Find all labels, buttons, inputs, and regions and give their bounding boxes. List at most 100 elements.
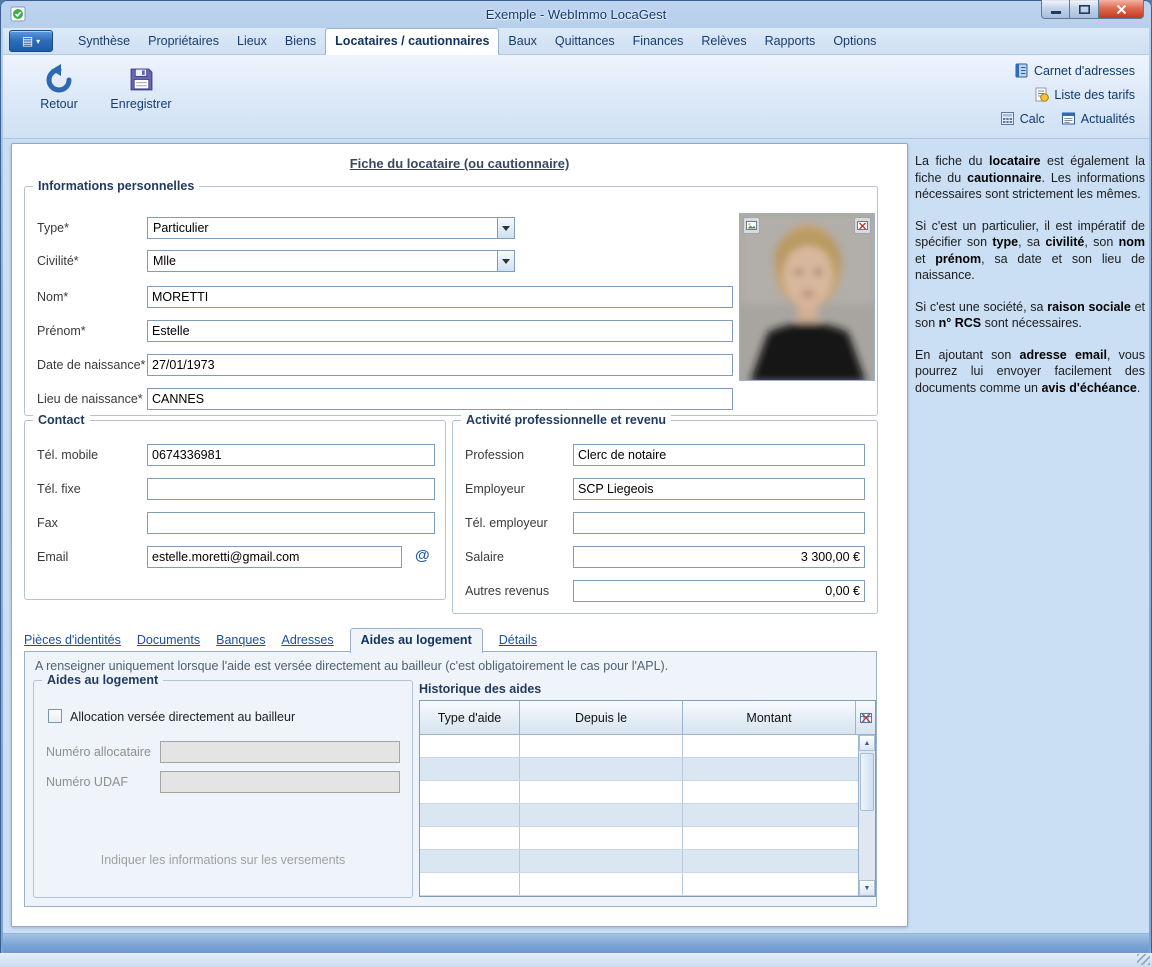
tab-rapports[interactable]: Rapports (756, 29, 825, 54)
subtab-documents[interactable]: Documents (137, 633, 200, 652)
subtab-aides-au-logement[interactable]: Aides au logement (350, 628, 483, 653)
table-scrollbar[interactable]: ▲ ▼ (858, 735, 875, 896)
help-sidebar: La fiche du locataire est également la f… (915, 153, 1145, 411)
minimize-icon (1051, 5, 1061, 14)
other-income-input[interactable] (573, 580, 865, 602)
save-icon (103, 61, 179, 97)
tab-proprietaires[interactable]: Propriétaires (139, 29, 228, 54)
scroll-down-button[interactable]: ▼ (859, 880, 875, 896)
tab-biens[interactable]: Biens (276, 29, 325, 54)
grid-clear-icon (860, 712, 872, 724)
tab-releves[interactable]: Relèves (692, 29, 755, 54)
app-menu-button[interactable]: ▤ ▾ (9, 30, 53, 52)
email-at-icon[interactable]: @ (415, 547, 430, 564)
tab-options[interactable]: Options (824, 29, 885, 54)
status-bar (0, 953, 1152, 967)
scrollbar-track[interactable] (859, 751, 875, 880)
table-row[interactable] (420, 804, 858, 827)
scrollbar-thumb[interactable] (860, 753, 874, 811)
minimize-button[interactable] (1041, 0, 1070, 19)
allocataire-label: Numéro allocataire (46, 745, 151, 759)
other-income-label: Autres revenus (465, 584, 549, 598)
calc-label: Calc (1020, 112, 1045, 126)
title-bar: Exemple - WebImmo LocaGest ? (0, 0, 1152, 28)
column-type-aide[interactable]: Type d'aide (420, 701, 520, 735)
help-paragraph: En ajoutant son adresse email, vous pour… (915, 347, 1145, 397)
scroll-up-button[interactable]: ▲ (859, 735, 875, 751)
birthdate-input[interactable] (147, 354, 733, 376)
help-paragraph: Si c'est un particulier, il est impérati… (915, 218, 1145, 284)
help-paragraph: Si c'est une société, sa raison sociale … (915, 299, 1145, 332)
chevron-down-icon: ▾ (36, 37, 40, 46)
mobile-input[interactable] (147, 444, 435, 466)
back-button[interactable]: Retour (21, 61, 97, 111)
firstname-input[interactable] (147, 320, 733, 342)
resize-grip[interactable] (1137, 954, 1150, 965)
civility-dropdown-arrow[interactable] (497, 251, 514, 271)
main-area: Fiche du locataire (ou cautionnaire) Inf… (3, 139, 1149, 933)
landline-input[interactable] (147, 478, 435, 500)
bottom-bar (3, 933, 1149, 953)
app-icon (10, 6, 26, 22)
table-row[interactable] (420, 781, 858, 804)
tab-locataires-cautionnaires[interactable]: Locataires / cautionnaires (325, 28, 499, 55)
civility-select[interactable]: Mlle (147, 250, 515, 272)
table-row[interactable] (420, 827, 858, 850)
window-title: Exemple - WebImmo LocaGest (0, 7, 1152, 22)
save-button[interactable]: Enregistrer (103, 61, 179, 111)
app-window: Exemple - WebImmo LocaGest ? ▤ ▾ Synthès… (0, 0, 1152, 967)
payments-info-text: Indiquer les informations sur les versem… (34, 853, 412, 867)
tariff-list-button[interactable]: Liste des tarifs (1034, 87, 1135, 102)
calc-icon (1000, 111, 1015, 126)
tab-quittances[interactable]: Quittances (546, 29, 624, 54)
subtab-adresses[interactable]: Adresses (281, 633, 333, 652)
lastname-input[interactable] (147, 286, 733, 308)
photo-upload-icon[interactable] (743, 217, 760, 234)
firstname-label: Prénom* (37, 324, 86, 338)
work-legend: Activité professionnelle et revenu (461, 413, 671, 427)
subtab-banques[interactable]: Banques (216, 633, 265, 652)
close-button[interactable] (1099, 0, 1144, 19)
salary-label: Salaire (465, 550, 504, 564)
fax-input[interactable] (147, 512, 435, 534)
toolbar-ribbon: Retour Enregistrer Carnet d'adresses (3, 55, 1149, 139)
mobile-label: Tél. mobile (37, 448, 98, 462)
subtab-pieces-identites[interactable]: Pièces d'identités (24, 633, 121, 652)
record-subtabs: Pièces d'identités Documents Banques Adr… (24, 628, 537, 652)
tab-lieux[interactable]: Lieux (228, 29, 276, 54)
landline-label: Tél. fixe (37, 482, 81, 496)
udaf-input[interactable] (160, 771, 400, 793)
news-button[interactable]: Actualités (1061, 111, 1135, 126)
tab-synthese[interactable]: Synthèse (69, 29, 139, 54)
calc-button[interactable]: Calc (1000, 111, 1045, 126)
profession-input[interactable] (573, 444, 865, 466)
help-paragraph: La fiche du locataire est également la f… (915, 153, 1145, 203)
maximize-button[interactable] (1070, 0, 1099, 19)
table-row[interactable] (420, 735, 858, 758)
personal-info-group: Informations personnelles Type* Particul… (24, 186, 878, 416)
table-row[interactable] (420, 873, 858, 896)
tab-baux[interactable]: Baux (499, 29, 546, 54)
column-montant[interactable]: Montant (683, 701, 856, 735)
menu-grid-icon: ▤ (22, 35, 33, 47)
column-depuis-le[interactable]: Depuis le (520, 701, 683, 735)
type-dropdown-arrow[interactable] (497, 218, 514, 238)
employer-input[interactable] (573, 478, 865, 500)
grid-clear-button[interactable] (856, 701, 875, 735)
photo-delete-icon[interactable] (854, 217, 871, 234)
type-select[interactable]: Particulier (147, 217, 515, 239)
allocataire-input[interactable] (160, 741, 400, 763)
close-icon (1116, 5, 1127, 14)
birthplace-input[interactable] (147, 388, 733, 410)
maximize-icon (1079, 5, 1090, 14)
salary-input[interactable] (573, 546, 865, 568)
employer-phone-input[interactable] (573, 512, 865, 534)
subtab-details[interactable]: Détails (499, 633, 537, 652)
allocation-checkbox[interactable] (48, 709, 62, 723)
address-book-button[interactable]: Carnet d'adresses (1014, 63, 1135, 78)
email-input[interactable] (147, 546, 402, 568)
tab-finances[interactable]: Finances (624, 29, 693, 54)
news-label: Actualités (1081, 112, 1135, 126)
table-row[interactable] (420, 758, 858, 781)
table-row[interactable] (420, 850, 858, 873)
